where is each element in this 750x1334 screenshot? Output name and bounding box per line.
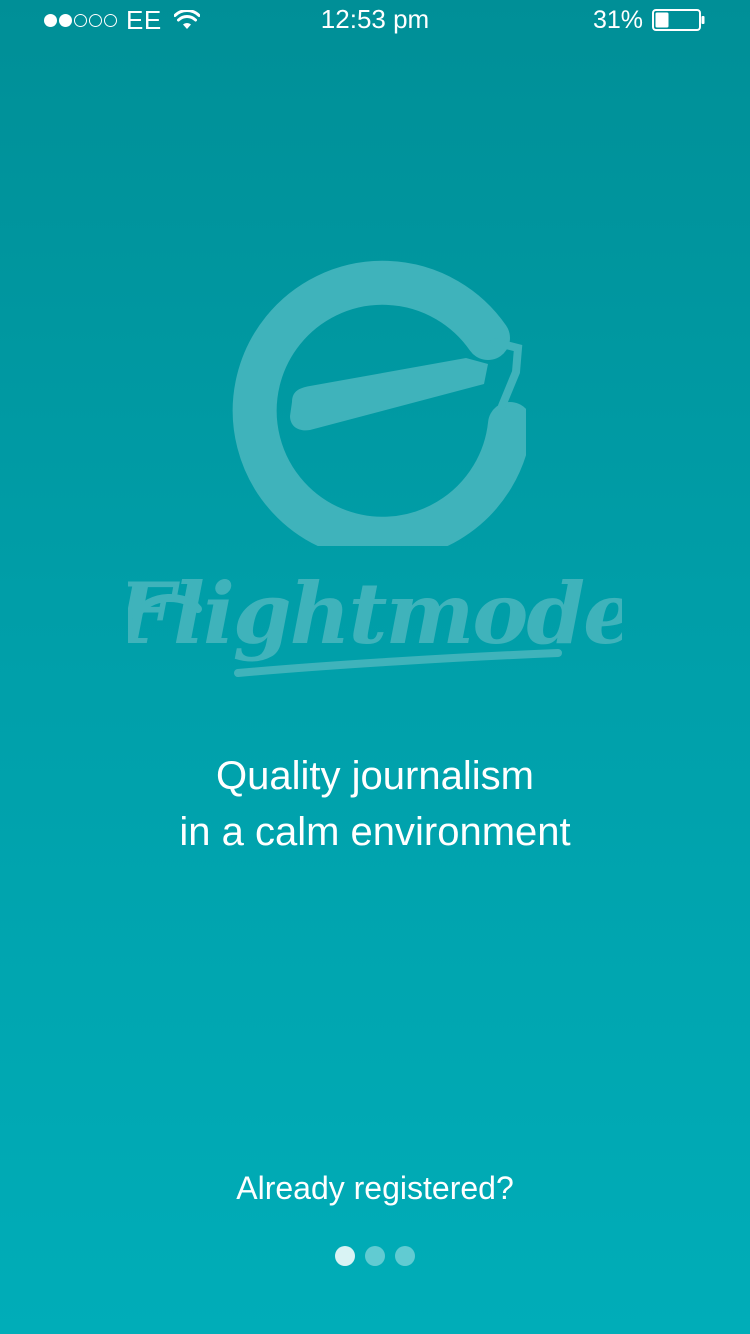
status-right: 31% [593, 6, 706, 34]
page-dot-2[interactable] [365, 1246, 385, 1266]
tagline: Quality journalism in a calm environment [0, 748, 750, 860]
tagline-line-1: Quality journalism [216, 754, 534, 798]
battery-percent: 31% [592, 5, 643, 34]
flightmode-wordmark: Flightmode [128, 564, 622, 677]
page-dot-1[interactable] [335, 1246, 355, 1266]
page-indicator [0, 1246, 750, 1266]
page-dot-3[interactable] [395, 1246, 415, 1266]
already-registered-link[interactable]: Already registered? [0, 1170, 750, 1207]
status-bar: EE 12:53 pm 31% [0, 0, 750, 40]
flightmode-logo-icon [232, 260, 526, 546]
battery-icon [652, 9, 705, 31]
svg-text:Flightmode: Flightmode [128, 564, 622, 663]
tagline-line-2: in a calm environment [179, 810, 571, 854]
